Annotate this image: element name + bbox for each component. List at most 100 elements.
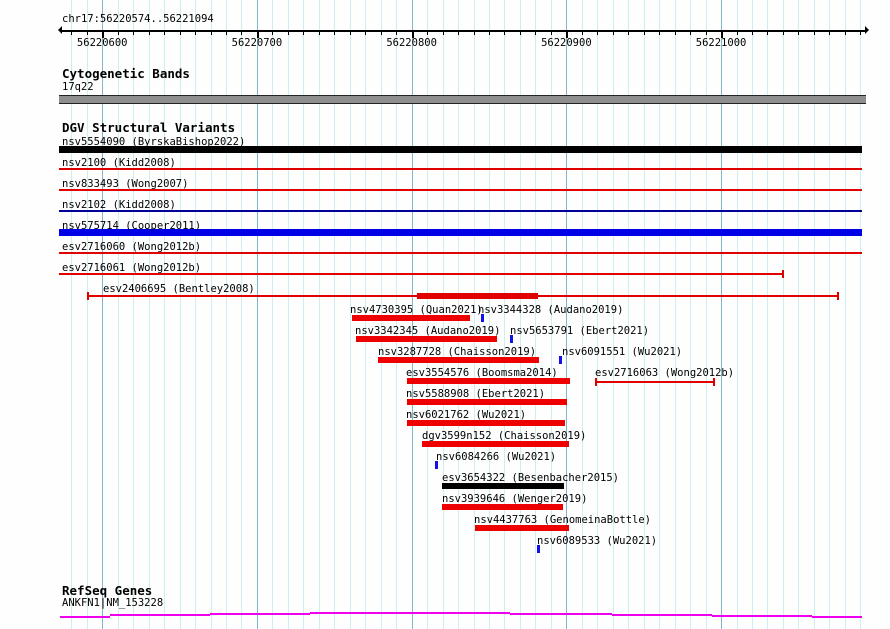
region-label: chr17:56220574..56221094 bbox=[62, 13, 214, 25]
variant-line-endtick bbox=[837, 292, 839, 300]
variant-line[interactable] bbox=[59, 210, 862, 212]
variant-label: nsv6089533 (Wu2021) bbox=[537, 535, 658, 547]
ruler-tick bbox=[164, 31, 166, 35]
variant-label: esv2716061 (Wong2012b) bbox=[62, 262, 202, 274]
variant-label: nsv575714 (Cooper2011) bbox=[62, 220, 202, 232]
gene-segment[interactable] bbox=[210, 613, 310, 615]
ruler-tick bbox=[117, 31, 119, 35]
ruler-tick bbox=[272, 31, 274, 35]
ruler-tick bbox=[133, 31, 135, 35]
ruler-tick bbox=[473, 31, 475, 35]
ruler-tick bbox=[659, 31, 661, 35]
variant-label: nsv6084266 (Wu2021) bbox=[436, 451, 557, 463]
ruler-axis bbox=[60, 30, 867, 32]
gene-segment[interactable] bbox=[412, 612, 510, 614]
variant-label: esv2716063 (Wong2012b) bbox=[595, 367, 735, 379]
ruler-tick bbox=[690, 31, 692, 35]
variant-label: esv3654322 (Besenbacher2015) bbox=[442, 472, 620, 484]
ruler-tick bbox=[612, 31, 614, 35]
section-title-cytogenetic-bands: Cytogenetic Bands bbox=[62, 66, 190, 81]
ruler-tick bbox=[241, 31, 243, 35]
ruler-tick bbox=[597, 31, 599, 35]
ruler-tick bbox=[458, 31, 460, 35]
gene-segment[interactable] bbox=[60, 616, 110, 618]
variant-line[interactable] bbox=[596, 381, 714, 383]
ruler-tick bbox=[535, 31, 537, 35]
ruler-tick bbox=[767, 31, 769, 35]
variant-label: nsv3287728 (Chaisson2019) bbox=[378, 346, 537, 358]
ruler-tick bbox=[752, 31, 753, 35]
variant-label: nsv833493 (Wong2007) bbox=[62, 178, 189, 190]
variant-line-endtick bbox=[595, 378, 597, 386]
ruler-tick bbox=[782, 31, 784, 35]
ruler-tick bbox=[736, 31, 738, 35]
ruler-tick-label: 56221000 bbox=[695, 37, 747, 49]
ruler-tick-label: 56220800 bbox=[386, 37, 437, 49]
ruler-tick bbox=[195, 31, 197, 35]
ruler-tick bbox=[442, 31, 444, 35]
ruler-tick bbox=[287, 31, 289, 35]
ruler-tick bbox=[71, 31, 73, 35]
gene-segment[interactable] bbox=[110, 614, 210, 616]
ruler-tick bbox=[396, 31, 398, 35]
ruler-tick-label: 56220700 bbox=[231, 37, 283, 49]
ruler-tick bbox=[489, 31, 490, 35]
ruler-tick bbox=[365, 31, 367, 35]
section-title-refseq-genes: RefSeq Genes bbox=[62, 583, 153, 598]
variant-label: nsv4730395 (Quan2021) bbox=[350, 304, 483, 316]
ruler-tick bbox=[318, 31, 320, 35]
gene-segment[interactable] bbox=[812, 616, 862, 618]
ruler-tick-label: 56220600 bbox=[76, 37, 128, 49]
ruler-tick bbox=[628, 31, 630, 35]
section-title-dgv-structural-variants: DGV Structural Variants bbox=[62, 120, 236, 135]
variant-label: esv2716060 (Wong2012b) bbox=[62, 241, 202, 253]
genome-browser-view: chr17:56220574..56221094 Cytogenetic Ban… bbox=[0, 0, 890, 629]
ruler-tick bbox=[380, 31, 382, 35]
variant-label: nsv5653791 (Ebert2021) bbox=[510, 325, 650, 337]
variant-label: nsv6091551 (Wu2021) bbox=[562, 346, 683, 358]
ruler-tick bbox=[643, 31, 645, 35]
variant-label: dgv3599n152 (Chaisson2019) bbox=[422, 430, 587, 442]
ruler-tick bbox=[829, 31, 831, 35]
variant-label: nsv3342345 (Audano2019) bbox=[355, 325, 501, 337]
variant-label: nsv6021762 (Wu2021) bbox=[406, 409, 527, 421]
ruler-tick bbox=[581, 31, 583, 35]
ruler-tick bbox=[210, 31, 212, 35]
gene-segment[interactable] bbox=[510, 613, 612, 615]
gene-label: ANKFN1|NM_153228 bbox=[62, 597, 164, 609]
variant-label: nsv5588908 (Ebert2021) bbox=[406, 388, 546, 400]
variant-thick-segment[interactable] bbox=[417, 293, 538, 299]
variant-label: nsv3344328 (Audano2019) bbox=[478, 304, 624, 316]
ruler-tick bbox=[225, 31, 227, 35]
ruler-tick bbox=[519, 31, 521, 35]
ruler-tick bbox=[860, 31, 862, 35]
ruler-tick bbox=[844, 31, 846, 35]
variant-label: nsv2100 (Kidd2008) bbox=[62, 157, 176, 169]
ruler-tick bbox=[148, 31, 150, 35]
ruler-tick bbox=[86, 31, 88, 35]
variant-label: nsv5554090 (ByrskaBishop2022) bbox=[62, 136, 246, 148]
ruler-tick bbox=[550, 31, 552, 35]
cytoband-bar[interactable] bbox=[59, 95, 866, 104]
gene-segment[interactable] bbox=[712, 615, 812, 617]
ruler-arrow-left-icon bbox=[54, 26, 62, 34]
gene-segment[interactable] bbox=[310, 612, 412, 614]
ruler-tick bbox=[705, 31, 707, 35]
ruler-tick-label: 56220900 bbox=[541, 37, 592, 49]
ruler-tick bbox=[674, 31, 676, 35]
variant-label: nsv3939646 (Wenger2019) bbox=[442, 493, 588, 505]
variant-label: nsv4437763 (GenomeinaBottle) bbox=[474, 514, 652, 526]
ruler-tick bbox=[798, 31, 800, 35]
variant-label: esv3554576 (Boomsma2014) bbox=[406, 367, 558, 379]
ruler-tick bbox=[813, 31, 815, 35]
variant-label: nsv2102 (Kidd2008) bbox=[62, 199, 176, 211]
variant-line-endtick bbox=[713, 378, 715, 386]
variant-line-endtick bbox=[87, 292, 89, 300]
variant-label: esv2406695 (Bentley2008) bbox=[103, 283, 255, 295]
ruler-tick bbox=[504, 31, 506, 35]
ruler-tick bbox=[303, 31, 305, 35]
cytoband-label: 17q22 bbox=[62, 81, 94, 93]
ruler-arrow-right-icon bbox=[865, 26, 873, 34]
gene-segment[interactable] bbox=[612, 614, 712, 616]
variant-line[interactable] bbox=[59, 168, 862, 170]
